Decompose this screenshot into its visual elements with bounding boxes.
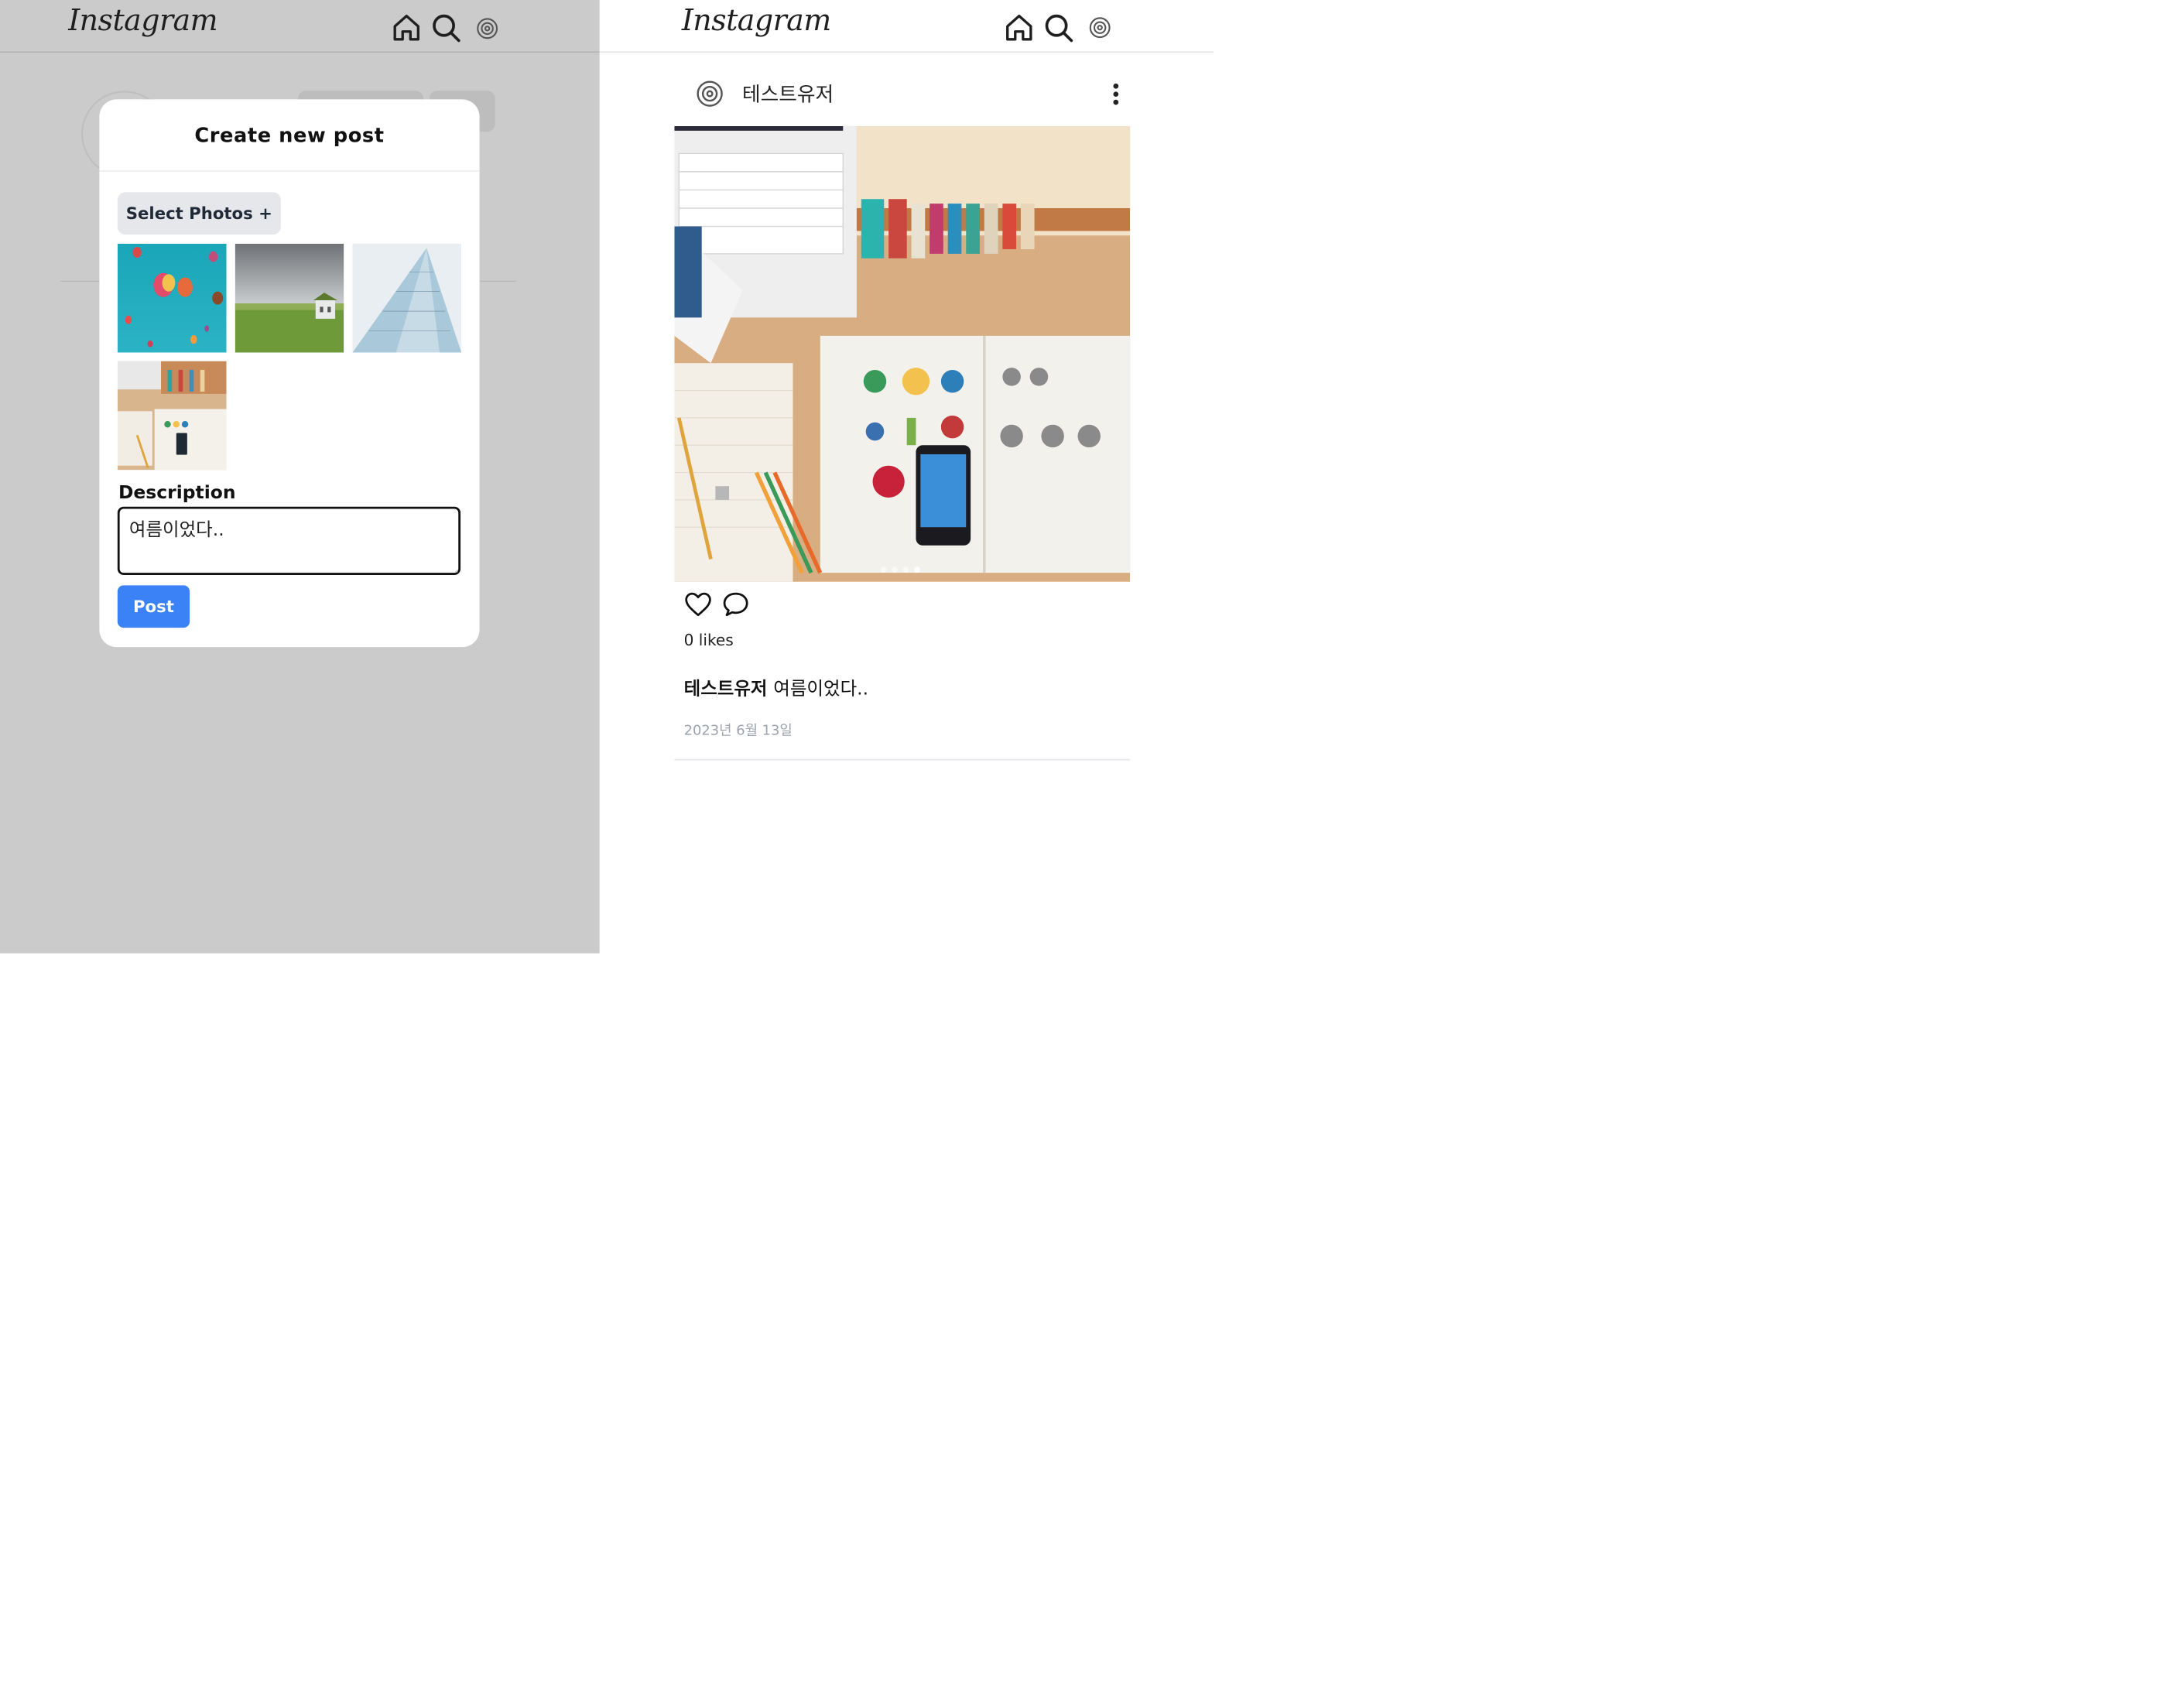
post-photo-desk-study[interactable] [674, 125, 1131, 582]
create-post-modal: Create new post Select Photos + Descript… [99, 99, 480, 648]
likes-count: 0 likes [683, 632, 734, 649]
search-icon[interactable] [1042, 12, 1073, 43]
description-label: Description [118, 481, 236, 503]
left-top-bar: Instagram [0, 0, 600, 53]
post-divider [674, 758, 1131, 761]
left-screen: Instagram Create new post Select Photos … [0, 0, 600, 953]
profile-avatar-icon[interactable] [1088, 15, 1112, 39]
post-date: 2023년 6월 13일 [683, 721, 793, 738]
thumbnail-field-house[interactable] [235, 243, 344, 353]
post-author-avatar-icon[interactable] [695, 79, 725, 109]
thumbnail-desk-study[interactable] [117, 361, 227, 471]
profile-avatar-icon[interactable] [475, 16, 499, 40]
comment-icon[interactable] [721, 590, 751, 619]
carousel-dot[interactable] [902, 566, 909, 573]
modal-title: Create new post [194, 123, 385, 147]
instagram-logo[interactable]: Instagram [682, 3, 831, 37]
home-icon[interactable] [391, 12, 422, 43]
home-icon[interactable] [1004, 12, 1035, 43]
caption-author[interactable]: 테스트유저 [684, 678, 768, 699]
right-screen: Instagram 테스트유저 0 likes 테스트유저 여름이었다.. 20… [599, 0, 1214, 953]
modal-header: Create new post [99, 99, 480, 172]
description-textarea[interactable]: 여름이었다.. [117, 506, 461, 575]
more-vertical-icon[interactable] [1109, 82, 1122, 106]
select-photos-button[interactable]: Select Photos + [117, 192, 281, 235]
carousel-dot-active[interactable] [914, 566, 920, 573]
thumbnail-hot-air-balloons[interactable] [117, 243, 227, 353]
carousel-dot[interactable] [892, 566, 898, 573]
instagram-logo[interactable]: Instagram [68, 3, 217, 37]
thumbnail-glass-building[interactable] [352, 243, 462, 353]
caption-text: 여름이었다.. [773, 677, 869, 700]
post-author-name[interactable]: 테스트유저 [742, 79, 834, 108]
search-icon[interactable] [430, 12, 461, 43]
right-top-bar: Instagram [599, 0, 1214, 53]
post-caption: 테스트유저 여름이었다.. [684, 674, 868, 700]
post-button[interactable]: Post [117, 585, 190, 628]
heart-icon[interactable] [683, 590, 714, 619]
carousel-dot[interactable] [880, 566, 887, 573]
